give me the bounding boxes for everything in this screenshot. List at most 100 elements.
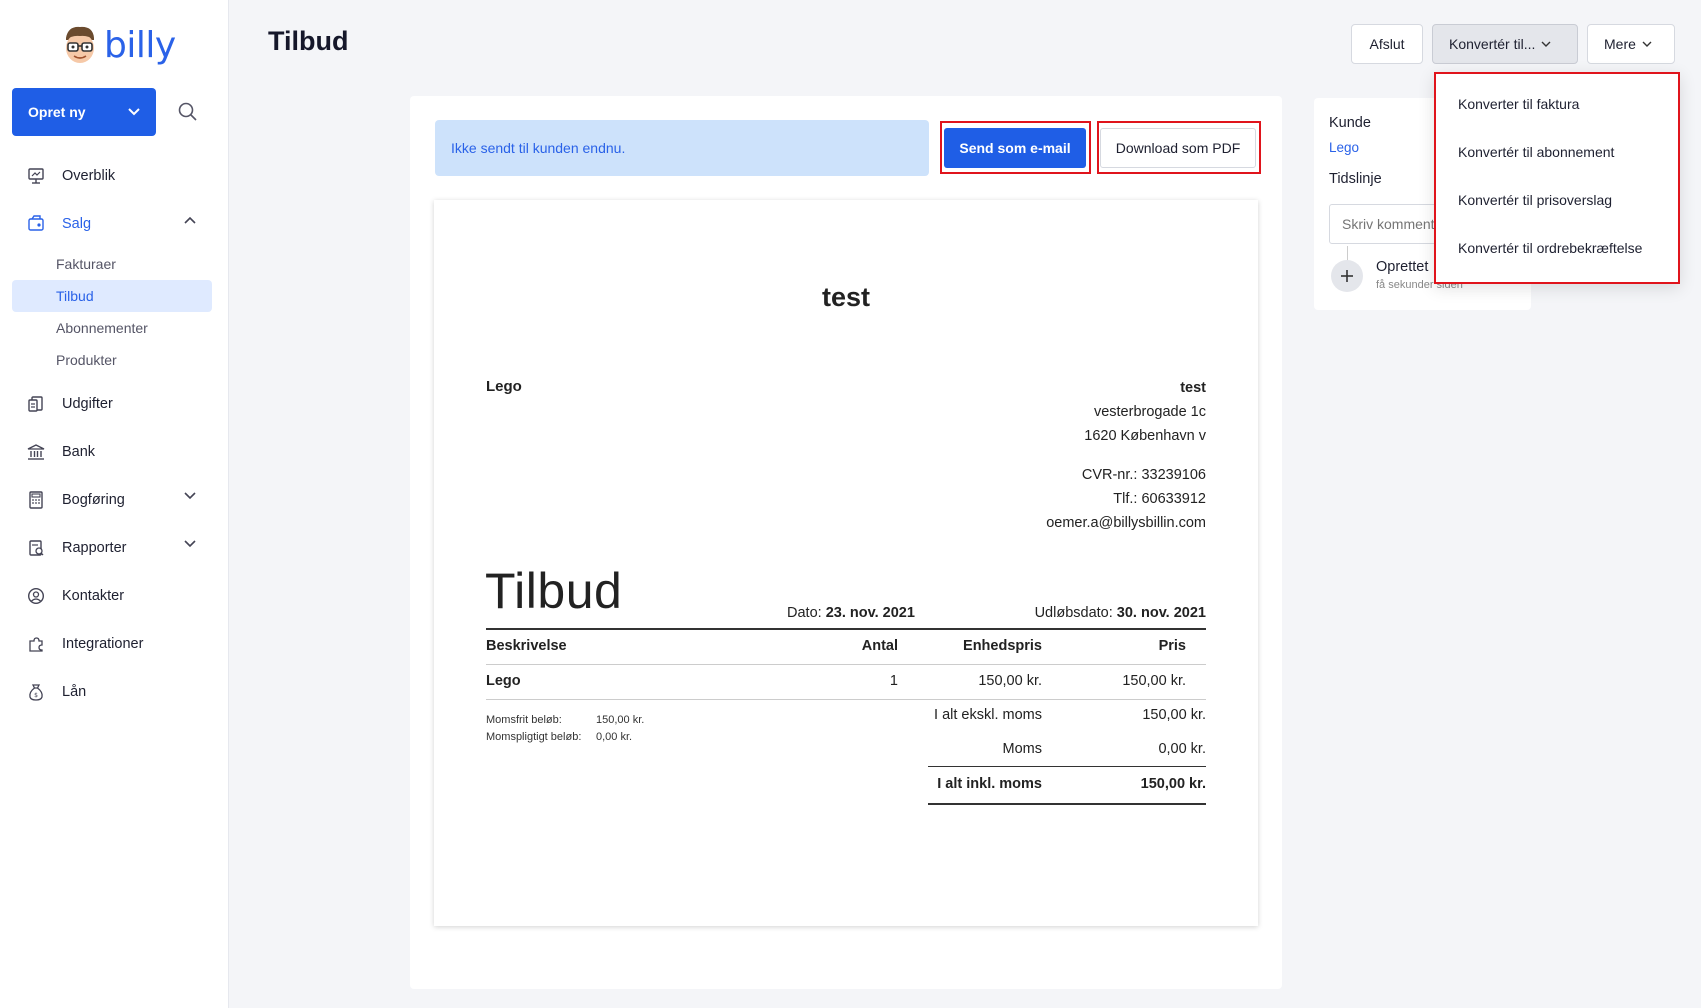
vat-value: 0,00 kr. bbox=[1158, 741, 1206, 757]
sidebar: billy Opret ny Overblik Salg Fakturaer T… bbox=[0, 0, 229, 1008]
vat-free-label: Momsfrit beløb: bbox=[486, 714, 562, 726]
column-header-description: Beskrivelse bbox=[486, 638, 567, 654]
row-unit-price: 150,00 kr. bbox=[978, 673, 1042, 689]
table-top-rule bbox=[486, 628, 1206, 630]
document-customer: Lego bbox=[486, 378, 522, 395]
sidebar-subitem-tilbud[interactable]: Tilbud bbox=[12, 280, 212, 312]
chevron-down-icon bbox=[1541, 41, 1551, 47]
bookkeeping-icon bbox=[26, 490, 46, 510]
sidebar-item-salg[interactable]: Salg bbox=[12, 200, 212, 248]
customer-link[interactable]: Lego bbox=[1329, 140, 1359, 155]
notice-text: Ikke sendt til kunden endnu. bbox=[451, 140, 626, 156]
document-date: Dato: 23. nov. 2021 bbox=[787, 605, 915, 621]
sidebar-item-label: Integrationer bbox=[62, 636, 144, 652]
vat-liable-label: Momspligtigt beløb: bbox=[486, 731, 582, 743]
vat-free-value: 150,00 kr. bbox=[596, 714, 645, 726]
sidebar-item-label: Rapporter bbox=[62, 540, 127, 556]
total-incl-label: I alt inkl. moms bbox=[937, 776, 1042, 792]
sidebar-item-label: Overblik bbox=[62, 168, 116, 184]
sender-name: test bbox=[1180, 380, 1206, 396]
document-title: test bbox=[821, 282, 870, 312]
timeline-label: Tidslinje bbox=[1329, 171, 1382, 187]
app-name: billy bbox=[104, 24, 176, 66]
bank-icon bbox=[26, 442, 46, 462]
search-icon[interactable] bbox=[176, 100, 200, 124]
sidebar-item-label: Bank bbox=[62, 444, 96, 460]
close-button-label: Afslut bbox=[1369, 36, 1405, 52]
column-header-price: Pris bbox=[1158, 638, 1186, 654]
row-price: 150,00 kr. bbox=[1122, 673, 1186, 689]
download-pdf-label: Download som PDF bbox=[1115, 140, 1241, 156]
sales-icon bbox=[26, 214, 46, 234]
integrations-icon bbox=[26, 634, 46, 654]
download-pdf-button[interactable]: Download som PDF bbox=[1100, 128, 1256, 168]
convert-to-invoice-option[interactable]: Konverter til faktura bbox=[1436, 80, 1678, 128]
convert-to-subscription-option[interactable]: Konvertér til abonnement bbox=[1436, 128, 1678, 176]
document-expiry: Udløbsdato: 30. nov. 2021 bbox=[1035, 605, 1206, 621]
sidebar-item-bogforing[interactable]: Bogføring bbox=[12, 476, 212, 524]
send-email-label: Send som e-mail bbox=[959, 140, 1071, 156]
convert-dropdown-menu: Konverter til faktura Konvertér til abon… bbox=[1434, 72, 1680, 284]
totals-rule bbox=[928, 766, 1206, 767]
reports-icon bbox=[26, 538, 46, 558]
expiry-label: Udløbsdato: bbox=[1034, 605, 1113, 621]
sidebar-item-label: Bogføring bbox=[62, 492, 125, 508]
sender-address: test vesterbrogade 1c 1620 København v C… bbox=[1046, 376, 1206, 535]
loan-icon: $ bbox=[26, 682, 46, 702]
chevron-down-icon bbox=[128, 108, 140, 116]
sender-phone: Tlf.: 60633912 bbox=[1113, 491, 1206, 507]
sidebar-item-label: Lån bbox=[62, 684, 87, 700]
sidebar-subitem-abonnementer[interactable]: Abonnementer bbox=[12, 312, 212, 344]
sidebar-item-integrationer[interactable]: Integrationer bbox=[12, 620, 212, 668]
create-new-button[interactable]: Opret ny bbox=[12, 88, 156, 136]
table-header-rule bbox=[486, 664, 1206, 665]
column-header-qty: Antal bbox=[861, 638, 898, 654]
sender-street: vesterbrogade 1c bbox=[1093, 404, 1206, 420]
sender-cvr: CVR-nr.: 33239106 bbox=[1081, 467, 1206, 483]
total-excl-value: 150,00 kr. bbox=[1142, 707, 1206, 723]
column-header-unit-price: Enhedspris bbox=[963, 638, 1042, 654]
timeline-event-title: Oprettet bbox=[1376, 259, 1429, 275]
chevron-up-icon bbox=[184, 216, 196, 224]
sidebar-subitem-fakturaer[interactable]: Fakturaer bbox=[12, 248, 212, 280]
sidebar-item-lan[interactable]: $ Lån bbox=[12, 668, 212, 716]
vat-liable-value: 0,00 kr. bbox=[596, 731, 633, 743]
convert-to-estimate-option[interactable]: Konvertér til prisoverslag bbox=[1436, 176, 1678, 224]
date-value: 23. nov. 2021 bbox=[825, 605, 915, 621]
date-label: Dato: bbox=[787, 605, 822, 621]
dashboard-icon bbox=[26, 166, 46, 186]
vat-label: Moms bbox=[1002, 741, 1042, 757]
comment-input[interactable] bbox=[1329, 204, 1449, 244]
customer-label: Kunde bbox=[1329, 115, 1371, 131]
sidebar-item-label: Kontakter bbox=[62, 588, 125, 604]
sender-city: 1620 København v bbox=[1084, 428, 1206, 444]
sidebar-item-label: Salg bbox=[62, 216, 92, 232]
sidebar-subitem-produkter[interactable]: Produkter bbox=[12, 344, 212, 376]
sidebar-item-kontakter[interactable]: Kontakter bbox=[12, 572, 212, 620]
close-button[interactable]: Afslut bbox=[1351, 24, 1423, 64]
not-sent-notice: Ikke sendt til kunden endnu. bbox=[435, 120, 929, 176]
more-button[interactable]: Mere bbox=[1587, 24, 1675, 64]
total-excl-label: I alt ekskl. moms bbox=[934, 707, 1042, 723]
chevron-down-icon bbox=[184, 540, 196, 548]
more-button-label: Mere bbox=[1604, 36, 1636, 52]
sidebar-item-overblik[interactable]: Overblik bbox=[12, 152, 212, 200]
sidebar-item-label: Udgifter bbox=[62, 396, 113, 412]
expiry-value: 30. nov. 2021 bbox=[1116, 605, 1206, 621]
sender-email: oemer.a@billysbillin.com bbox=[1046, 515, 1206, 531]
expenses-icon bbox=[26, 394, 46, 414]
timeline-event-marker bbox=[1331, 260, 1363, 292]
convert-to-order-confirmation-option[interactable]: Konvertér til ordrebekræftelse bbox=[1436, 224, 1678, 272]
sidebar-item-udgifter[interactable]: Udgifter bbox=[12, 380, 212, 428]
document-heading: Tilbud bbox=[485, 563, 623, 619]
billy-face-icon bbox=[66, 26, 94, 63]
send-email-button[interactable]: Send som e-mail bbox=[944, 128, 1086, 168]
contacts-icon bbox=[26, 586, 46, 606]
create-new-label: Opret ny bbox=[28, 104, 86, 120]
page-title: Tilbud bbox=[268, 26, 349, 56]
svg-text:$: $ bbox=[34, 692, 38, 699]
convert-to-button[interactable]: Konvertér til... bbox=[1432, 24, 1578, 64]
sidebar-item-bank[interactable]: Bank bbox=[12, 428, 212, 476]
sidebar-item-rapporter[interactable]: Rapporter bbox=[12, 524, 212, 572]
billy-logo[interactable]: billy bbox=[60, 24, 176, 66]
